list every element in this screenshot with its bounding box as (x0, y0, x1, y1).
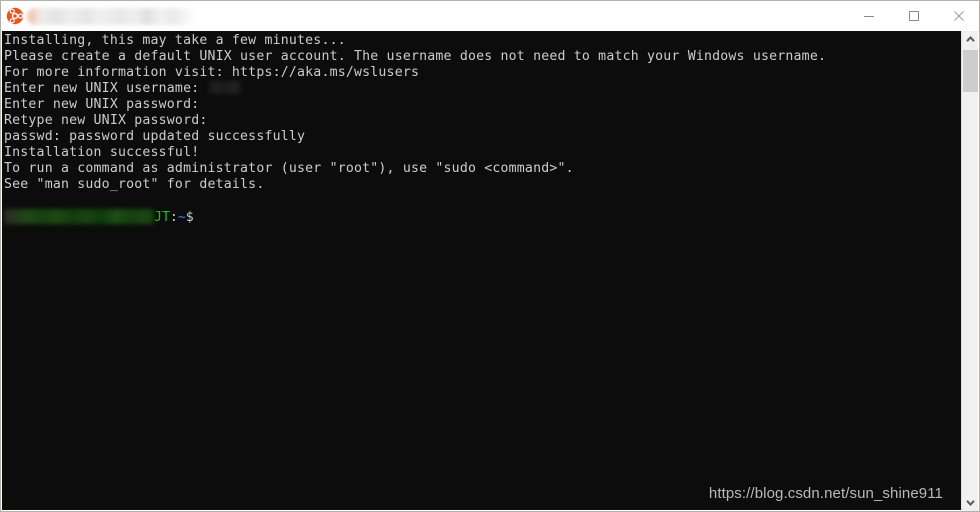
terminal-line: passwd: password updated successfully (4, 129, 306, 144)
terminal-line: See "man sudo_root" for details. (4, 177, 265, 192)
terminal-line: For more information visit: https://aka.… (4, 65, 420, 80)
shell-prompt[interactable]: JT:~$ (4, 209, 963, 225)
scrollbar-track[interactable] (962, 48, 979, 494)
terminal-output-area[interactable]: Installing, this may take a few minutes.… (2, 31, 963, 510)
terminal-lines: Installing, this may take a few minutes.… (2, 31, 963, 225)
terminal-line: Retype new UNIX password: (4, 113, 208, 128)
prompt-userhost-tail: JT (154, 210, 170, 225)
window-controls (846, 1, 979, 31)
vertical-scrollbar[interactable] (961, 31, 978, 511)
terminal-line: Installation successful! (4, 145, 200, 160)
window-title-redacted (27, 7, 195, 25)
scrollbar-thumb[interactable] (963, 50, 978, 92)
terminal-line: Please create a default UNIX user accoun… (4, 49, 827, 64)
terminal-line: To run a command as administrator (user … (4, 161, 574, 176)
minimize-button[interactable] (846, 1, 891, 31)
terminal-line: Enter new UNIX password: (4, 97, 200, 112)
chevron-up-icon[interactable] (962, 31, 979, 48)
title-bar-left (1, 1, 195, 31)
terminal-window: Installing, this may take a few minutes.… (0, 0, 980, 512)
ubuntu-logo-icon (6, 7, 24, 25)
prompt-symbol: $ (185, 210, 194, 225)
close-button[interactable] (936, 1, 979, 31)
watermark: https://blog.csdn.net/sun_shine911 (708, 485, 943, 502)
prompt-separator: : (169, 210, 178, 225)
title-bar[interactable] (1, 1, 979, 31)
maximize-button[interactable] (891, 1, 936, 31)
prompt-userhost-redacted (4, 209, 154, 224)
prompt-path: ~ (177, 210, 186, 225)
chevron-down-icon[interactable] (962, 494, 979, 511)
terminal-line-username-prompt: Enter new UNIX username: (4, 81, 963, 97)
terminal-line-text: Enter new UNIX username: (4, 81, 208, 96)
username-redacted (207, 81, 242, 94)
terminal-line: Installing, this may take a few minutes.… (4, 33, 346, 48)
